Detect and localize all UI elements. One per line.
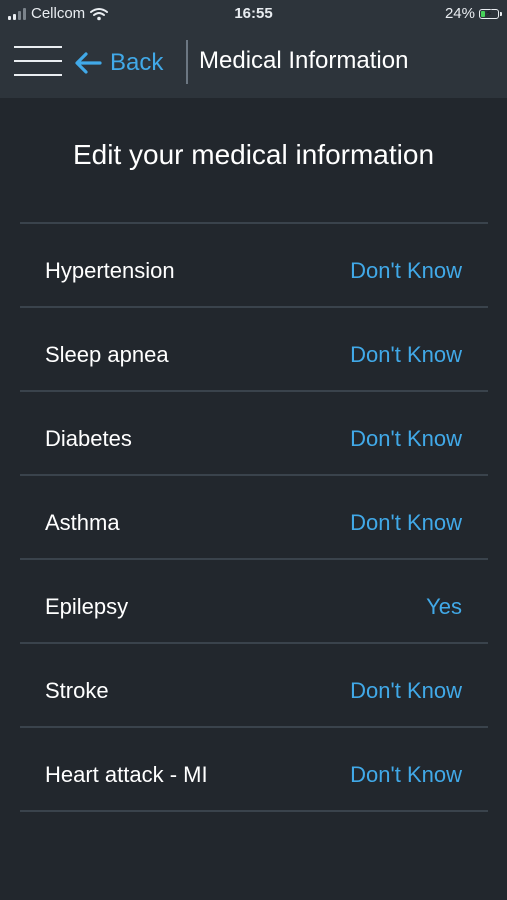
condition-value[interactable]: Don't Know <box>350 426 462 452</box>
back-button[interactable]: Back <box>74 46 163 80</box>
condition-label: Hypertension <box>45 258 175 283</box>
condition-value[interactable]: Don't Know <box>350 678 462 704</box>
condition-label: Diabetes <box>45 426 132 451</box>
section-heading: Edit your medical information <box>72 139 435 170</box>
charging-bolt-icon: ⚡ <box>485 7 493 20</box>
condition-label: Sleep apnea <box>45 342 169 367</box>
status-time: 16:55 <box>234 5 273 22</box>
condition-label: Epilepsy <box>45 594 129 619</box>
hamburger-menu-icon[interactable] <box>14 44 62 80</box>
condition-value[interactable]: Don't Know <box>350 258 462 284</box>
condition-value[interactable]: Yes <box>426 594 462 620</box>
back-label: Back <box>110 49 164 76</box>
battery-percent: 24% <box>444 5 475 22</box>
medical-conditions-list: Hypertension Don't Know Sleep apnea Don'… <box>20 222 488 812</box>
condition-value[interactable]: Don't Know <box>350 510 462 536</box>
page-title: Medical Information <box>199 47 409 74</box>
condition-value[interactable]: Don't Know <box>350 342 462 368</box>
status-bar: Cellcom 16:55 24% ⚡ <box>0 0 507 28</box>
condition-row-stroke[interactable]: Stroke Don't Know <box>20 644 488 728</box>
condition-row-asthma[interactable]: Asthma Don't Know <box>20 476 488 560</box>
condition-row-heart-attack-mi[interactable]: Heart attack - MI Don't Know <box>20 728 488 812</box>
condition-label: Asthma <box>45 510 120 535</box>
arrow-left-icon <box>75 52 102 74</box>
condition-label: Heart attack - MI <box>45 762 208 787</box>
nav-divider <box>186 40 188 84</box>
nav-bar: Back Medical Information <box>0 28 507 98</box>
condition-row-epilepsy[interactable]: Epilepsy Yes <box>20 560 488 644</box>
condition-row-diabetes[interactable]: Diabetes Don't Know <box>20 392 488 476</box>
status-right: 24% ⚡ <box>444 5 502 22</box>
condition-value[interactable]: Don't Know <box>350 762 462 788</box>
condition-row-hypertension[interactable]: Hypertension Don't Know <box>20 224 488 308</box>
condition-row-sleep-apnea[interactable]: Sleep apnea Don't Know <box>20 308 488 392</box>
condition-label: Stroke <box>45 678 109 703</box>
battery-icon: ⚡ <box>479 7 502 20</box>
